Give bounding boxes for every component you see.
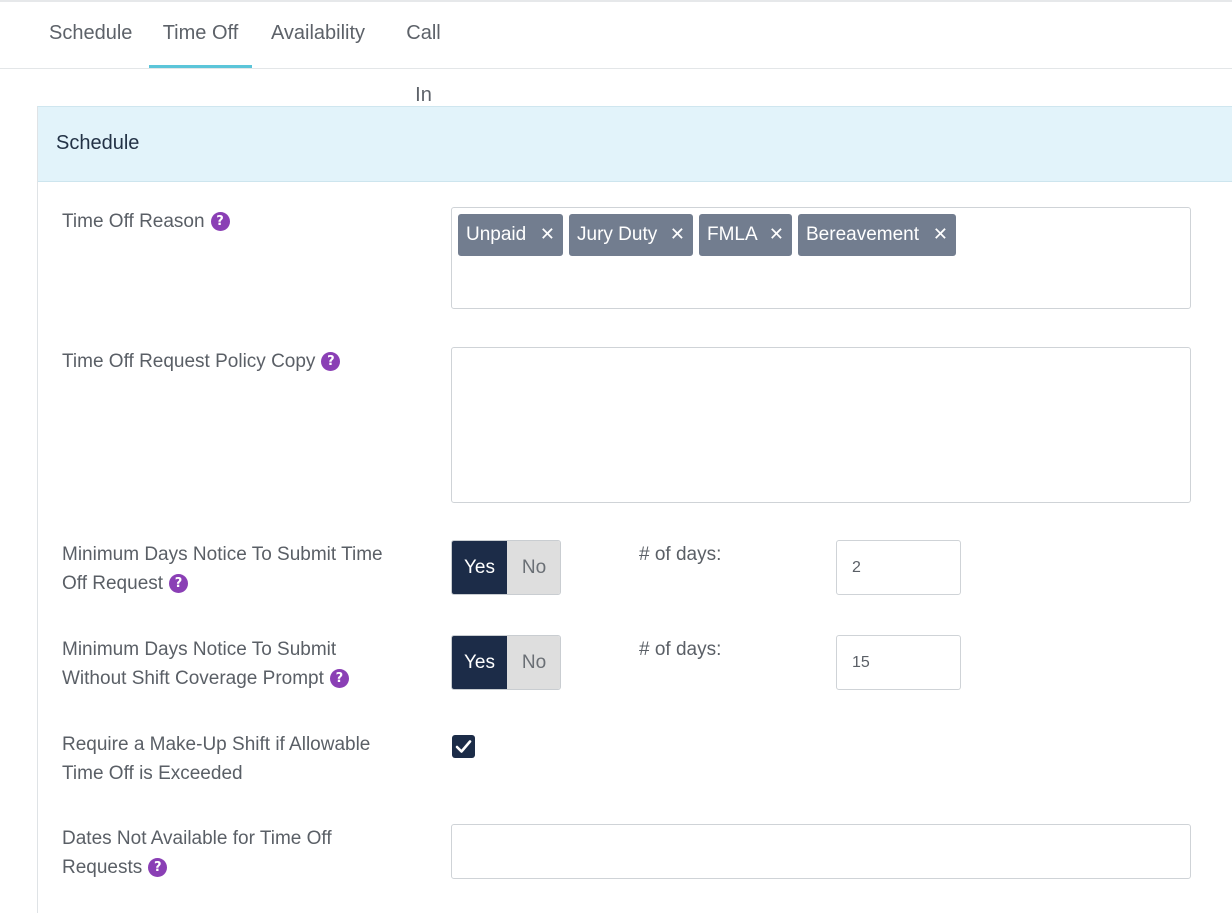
tab-time-off[interactable]: Time Off (149, 2, 252, 68)
min-notice-submit-toggle: Yes No (451, 540, 561, 595)
tag-label: Jury Duty (577, 224, 658, 245)
help-icon[interactable]: ? (321, 352, 341, 371)
policy-copy-label-text: Time Off Request Policy Copy (62, 351, 316, 372)
help-icon[interactable]: ? (329, 669, 349, 688)
time-off-reason-label: Time Off Reason? (62, 207, 422, 236)
panel-header: Schedule (38, 107, 1232, 182)
remove-tag-icon[interactable]: ✕ (670, 214, 685, 256)
days-label: # of days: (639, 639, 722, 660)
tag-unpaid: Unpaid ✕ (458, 214, 563, 256)
tag-label: Unpaid (466, 224, 527, 245)
tag-label: Bereavement (806, 224, 920, 245)
no-option[interactable]: No (507, 541, 560, 594)
tab-call-in[interactable]: Call In (396, 2, 451, 106)
yes-option[interactable]: Yes (452, 636, 507, 689)
min-notice-coverage-toggle: Yes No (451, 635, 561, 690)
time-off-reason-label-text: Time Off Reason (62, 211, 205, 232)
remove-tag-icon[interactable]: ✕ (769, 214, 784, 256)
help-icon[interactable]: ? (210, 212, 230, 231)
min-notice-coverage-label-text: Minimum Days Notice To Submit Without Sh… (62, 639, 337, 689)
dates-unavailable-label-text: Dates Not Available for Time Off Request… (62, 828, 332, 878)
days-label: # of days: (639, 544, 722, 565)
yes-option[interactable]: Yes (452, 541, 507, 594)
help-icon[interactable]: ? (169, 574, 189, 593)
tab-schedule[interactable]: Schedule (49, 2, 132, 68)
checkmark-icon (455, 740, 472, 753)
min-notice-submit-days-input[interactable]: 2 (836, 540, 961, 595)
tag-label: FMLA (707, 224, 758, 245)
help-icon[interactable]: ? (148, 858, 168, 877)
tab-bar: Schedule Time Off Availability Call In (0, 2, 1232, 106)
makeup-shift-label: Require a Make-Up Shift if Allowable Tim… (62, 734, 371, 784)
tag-jury-duty: Jury Duty ✕ (569, 214, 693, 256)
panel-title: Schedule (56, 132, 140, 154)
policy-copy-label: Time Off Request Policy Copy? (62, 347, 422, 376)
tag-bereavement: Bereavement ✕ (798, 214, 956, 256)
min-notice-coverage-label: Minimum Days Notice To Submit Without Sh… (62, 635, 397, 693)
dates-unavailable-label: Dates Not Available for Time Off Request… (62, 824, 392, 882)
makeup-shift-checkbox[interactable] (452, 735, 475, 758)
tab-availability[interactable]: Availability (270, 2, 366, 68)
policy-copy-textarea[interactable] (451, 347, 1191, 503)
tag-fmla: FMLA ✕ (699, 214, 792, 256)
dates-unavailable-input[interactable] (451, 824, 1191, 879)
time-off-reason-tags-input[interactable]: Unpaid ✕ Jury Duty ✕ FMLA ✕ Bereavement ✕ (451, 207, 1191, 309)
remove-tag-icon[interactable]: ✕ (540, 214, 555, 256)
no-option[interactable]: No (507, 636, 560, 689)
min-notice-submit-label: Minimum Days Notice To Submit Time Off R… (62, 540, 412, 598)
min-notice-submit-label-text: Minimum Days Notice To Submit Time Off R… (62, 544, 383, 594)
remove-tag-icon[interactable]: ✕ (933, 214, 948, 256)
min-notice-coverage-days-input[interactable]: 15 (836, 635, 961, 690)
